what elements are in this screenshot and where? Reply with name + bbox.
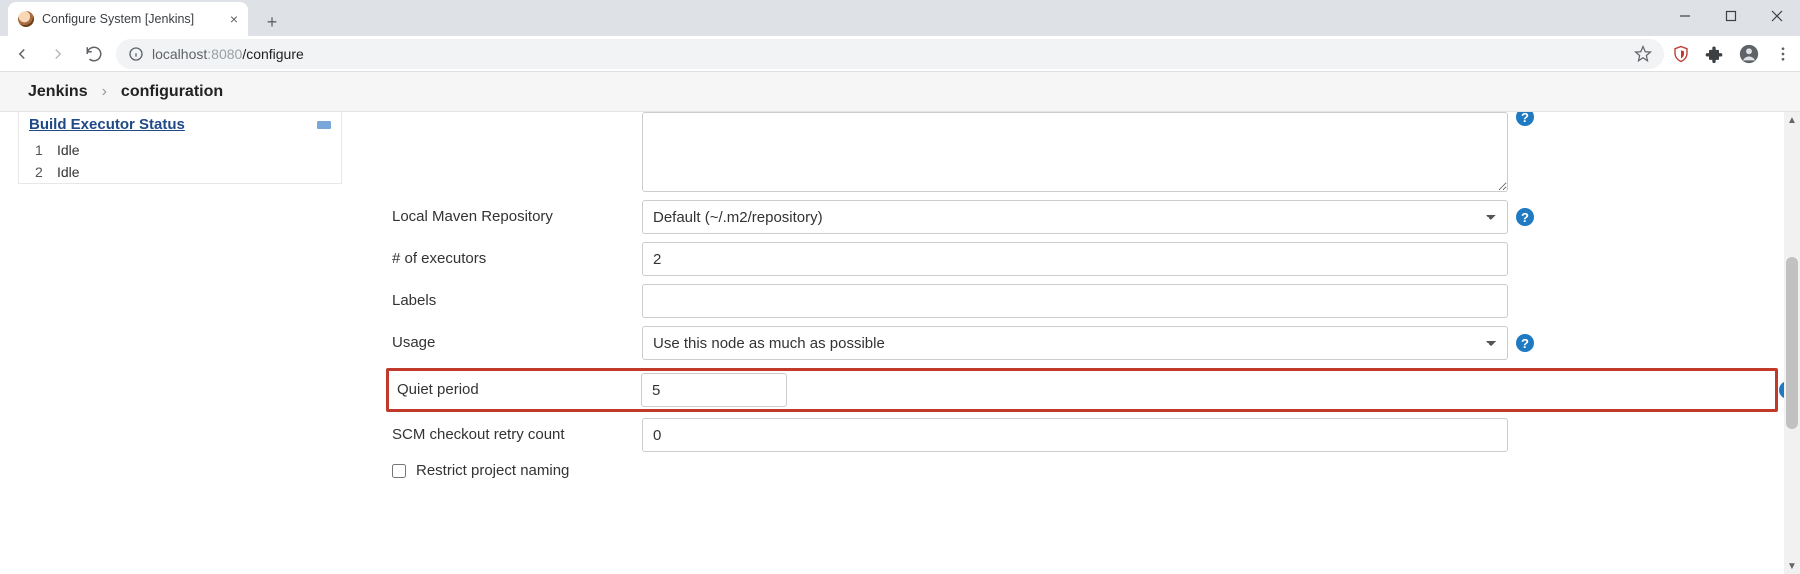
help-icon[interactable]: ? (1516, 112, 1534, 126)
quiet-period-label: Quiet period (391, 373, 641, 398)
restrict-naming-row: Restrict project naming (392, 462, 1778, 479)
page-body: Build Executor Status 1 Idle 2 Idle ? Lo… (0, 112, 1800, 574)
back-button[interactable] (8, 40, 36, 68)
executors-row: # of executors (392, 242, 1778, 276)
maven-repo-label: Local Maven Repository (392, 200, 642, 225)
url-text: localhost:8080/configure (152, 46, 304, 62)
window-maximize-button[interactable] (1708, 0, 1754, 32)
restrict-naming-label: Restrict project naming (416, 462, 569, 479)
executor-number: 2 (35, 164, 47, 180)
address-bar[interactable]: localhost:8080/configure (116, 39, 1664, 69)
help-icon[interactable]: ? (1516, 334, 1534, 352)
new-tab-button[interactable]: + (258, 8, 286, 36)
address-row: localhost:8080/configure (0, 36, 1800, 72)
usage-label: Usage (392, 326, 642, 351)
system-message-label (392, 112, 642, 120)
build-executor-status-link[interactable]: Build Executor Status (29, 116, 185, 133)
usage-select[interactable]: Use this node as much as possible (642, 326, 1508, 360)
executor-number: 1 (35, 142, 47, 158)
window-controls (1662, 0, 1800, 32)
restrict-naming-checkbox[interactable] (392, 464, 406, 478)
labels-input[interactable] (642, 284, 1508, 318)
forward-button[interactable] (44, 40, 72, 68)
bookmark-star-icon[interactable] (1634, 45, 1652, 63)
close-icon[interactable]: × (230, 11, 238, 27)
main-form: ? Local Maven Repository Default (~/.m2/… (352, 112, 1800, 574)
executors-input[interactable] (642, 242, 1508, 276)
breadcrumb: Jenkins › configuration (0, 72, 1800, 112)
quiet-period-highlight: Quiet period ? (386, 368, 1778, 412)
scrollbar[interactable]: ▲ ▼ (1784, 112, 1800, 574)
executor-row: 1 Idle (19, 139, 341, 161)
build-executor-panel: Build Executor Status 1 Idle 2 Idle (18, 112, 342, 184)
chevron-right-icon: › (102, 83, 107, 101)
maven-repo-row: Local Maven Repository Default (~/.m2/re… (392, 200, 1778, 234)
executor-state: Idle (57, 142, 80, 158)
system-message-textarea[interactable] (642, 112, 1508, 192)
labels-label: Labels (392, 284, 642, 309)
profile-icon[interactable] (1738, 43, 1760, 65)
labels-row: Labels (392, 284, 1778, 318)
window-minimize-button[interactable] (1662, 0, 1708, 32)
scm-retry-input[interactable] (642, 418, 1508, 452)
sidebar: Build Executor Status 1 Idle 2 Idle (0, 112, 352, 574)
tab-strip: Configure System [Jenkins] × + (0, 0, 1800, 36)
collapse-icon[interactable] (317, 121, 331, 129)
reload-button[interactable] (80, 40, 108, 68)
scm-retry-row: SCM checkout retry count (392, 418, 1778, 452)
usage-row: Usage Use this node as much as possible … (392, 326, 1778, 360)
scroll-thumb[interactable] (1786, 257, 1798, 429)
shield-icon[interactable] (1672, 45, 1690, 63)
executor-state: Idle (57, 164, 80, 180)
site-info-icon[interactable] (128, 46, 144, 62)
scroll-down-icon[interactable]: ▼ (1787, 558, 1797, 574)
tab-title: Configure System [Jenkins] (42, 12, 222, 26)
extensions-icon[interactable] (1704, 44, 1724, 64)
executor-row: 2 Idle (19, 161, 341, 183)
jenkins-favicon-icon (18, 11, 34, 27)
quiet-period-input[interactable] (641, 373, 787, 407)
system-message-row: ? (392, 112, 1778, 192)
window-close-button[interactable] (1754, 0, 1800, 32)
scroll-up-icon[interactable]: ▲ (1787, 112, 1797, 128)
scm-retry-label: SCM checkout retry count (392, 418, 642, 443)
browser-chrome: Configure System [Jenkins] × + localhost… (0, 0, 1800, 72)
breadcrumb-current[interactable]: configuration (121, 83, 223, 101)
executors-label: # of executors (392, 242, 642, 267)
help-icon[interactable]: ? (1516, 208, 1534, 226)
toolbar-right (1672, 43, 1792, 65)
browser-tab-active[interactable]: Configure System [Jenkins] × (8, 2, 248, 36)
breadcrumb-root[interactable]: Jenkins (28, 83, 88, 101)
kebab-menu-icon[interactable] (1774, 45, 1792, 63)
maven-repo-select[interactable]: Default (~/.m2/repository) (642, 200, 1508, 234)
